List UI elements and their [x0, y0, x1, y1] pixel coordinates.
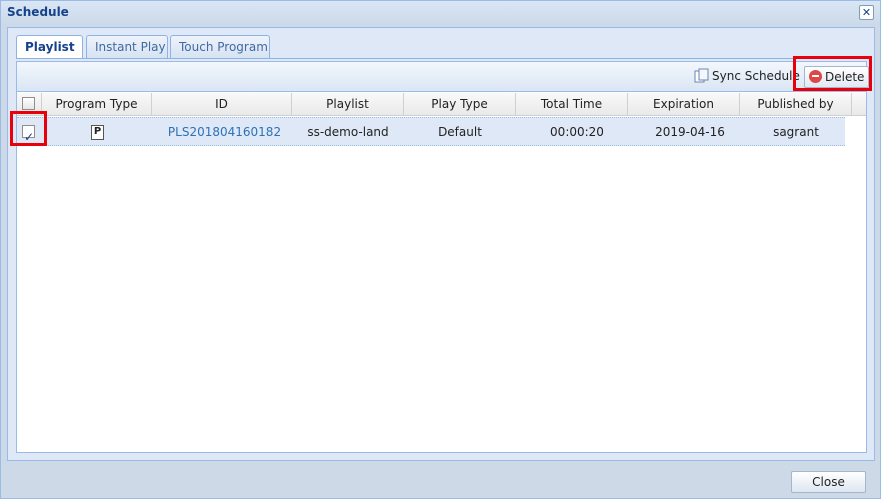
copy-documents-icon: [694, 68, 709, 83]
published-by-cell: sagrant: [773, 125, 819, 139]
header-checkbox-cell: [17, 93, 42, 116]
row-checkbox-cell: ✓: [17, 118, 42, 146]
delete-button[interactable]: Delete: [804, 66, 870, 88]
sync-schedule-label: Sync Schedule: [712, 69, 800, 83]
tab-instant-play[interactable]: Instant Play: [86, 35, 168, 58]
total-time-cell: 00:00:20: [550, 125, 604, 139]
schedule-window: Schedule ✕ Playlist Instant Play Touch P…: [0, 0, 881, 499]
select-all-checkbox[interactable]: [22, 97, 35, 110]
window-title: Schedule: [7, 5, 69, 19]
expiration-cell: 2019-04-16: [655, 125, 725, 139]
program-id-link[interactable]: PLS201804160182: [152, 118, 297, 146]
header-expiration[interactable]: Expiration: [628, 93, 740, 116]
delete-icon: [809, 70, 822, 83]
tab-strip-divider: [16, 58, 867, 59]
delete-label: Delete: [825, 70, 865, 84]
grid-toolbar: Sync Schedule Delete: [17, 62, 870, 92]
header-id[interactable]: ID: [152, 93, 292, 116]
program-type-cell: P: [42, 118, 152, 146]
row-checkbox[interactable]: ✓: [22, 125, 35, 144]
tab-touch-program[interactable]: Touch Program: [170, 35, 270, 58]
playlist-cell: ss-demo-land: [307, 125, 389, 139]
header-total-time[interactable]: Total Time: [516, 93, 628, 116]
header-playlist[interactable]: Playlist: [292, 93, 404, 116]
play-type-cell: Default: [438, 125, 482, 139]
close-button[interactable]: Close: [791, 471, 866, 493]
header-play-type[interactable]: Play Type: [404, 93, 516, 116]
playlist-document-icon: P: [91, 125, 104, 140]
sync-schedule-button[interactable]: Sync Schedule: [694, 66, 800, 88]
table-row[interactable]: ✓ P PLS201804160182 ss-demo-land Default…: [17, 117, 845, 146]
tab-panel: Playlist Instant Play Touch Program Sync…: [7, 27, 875, 461]
window-close-icon[interactable]: ✕: [859, 5, 874, 20]
table-header: Program Type ID Playlist Play Type Total…: [17, 93, 866, 116]
window-titlebar: Schedule ✕: [1, 1, 880, 25]
header-program-type[interactable]: Program Type: [42, 93, 152, 116]
playlist-grid: Sync Schedule Delete Program Type ID Pla…: [16, 61, 870, 453]
header-published-by[interactable]: Published by: [740, 93, 852, 116]
checkmark-icon: ✓: [24, 130, 35, 144]
tab-playlist[interactable]: Playlist: [16, 35, 83, 59]
